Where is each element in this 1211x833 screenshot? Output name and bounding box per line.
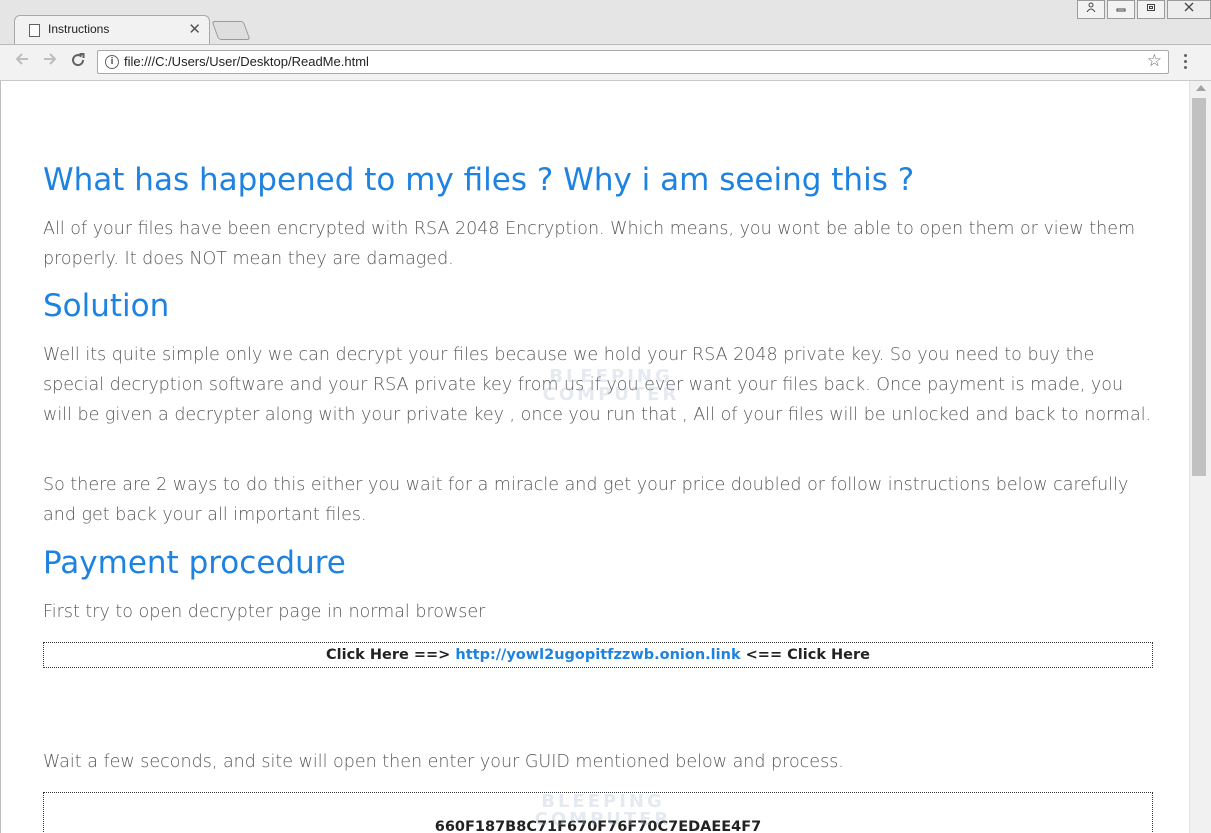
browser-titlebar: Instructions ✕ (0, 0, 1211, 45)
address-bar[interactable]: i file:///C:/Users/User/Desktop/ReadMe.h… (97, 50, 1169, 74)
minimize-icon[interactable] (1107, 0, 1135, 19)
url-text[interactable]: file:///C:/Users/User/Desktop/ReadMe.htm… (124, 54, 369, 69)
bookmark-star-icon[interactable]: ☆ (1147, 51, 1162, 71)
back-button[interactable] (14, 51, 30, 73)
reload-button[interactable] (70, 51, 86, 73)
user-icon[interactable] (1077, 0, 1105, 19)
tab-instructions[interactable]: Instructions ✕ (14, 15, 210, 44)
decrypter-link-box: Click Here ==> http://yowl2ugopitfzzwb.o… (43, 642, 1153, 668)
arrow-left-icon (15, 53, 28, 65)
browser-toolbar: i file:///C:/Users/User/Desktop/ReadMe.h… (0, 45, 1211, 81)
scrollbar-thumb[interactable] (1192, 98, 1206, 476)
paragraph-wait: Wait a few seconds, and site will open t… (43, 752, 844, 772)
scroll-up-arrow-icon[interactable] (1196, 85, 1206, 91)
kebab-menu-icon[interactable] (1184, 54, 1188, 72)
forward-button[interactable] (42, 51, 58, 73)
page-viewport: What has happened to my files ? Why i am… (0, 81, 1190, 833)
tab-close-icon[interactable]: ✕ (188, 20, 201, 38)
vertical-scrollbar[interactable] (1189, 81, 1211, 833)
restore-icon[interactable] (1137, 0, 1165, 19)
guid-value[interactable]: 660F187B8C71F670F76F70C7EDAEE4F7 (44, 819, 1152, 833)
info-icon[interactable]: i (105, 55, 119, 69)
paragraph-first-try: First try to open decrypter page in norm… (43, 602, 486, 622)
window-controls (1075, 0, 1211, 19)
arrow-right-icon (44, 53, 57, 65)
paragraph-two-ways: So there are 2 ways to do this either yo… (43, 475, 1129, 525)
paragraph-solution: Well its quite simple only we can decryp… (43, 345, 1152, 425)
heading-solution: Solution (43, 288, 170, 324)
tab-title: Instructions (48, 22, 110, 36)
onion-link[interactable]: http://yowl2ugopitfzzwb.onion.link (455, 647, 740, 663)
link-prefix: Click Here ==> (326, 647, 451, 663)
close-icon[interactable] (1167, 0, 1211, 19)
guid-box: 660F187B8C71F670F76F70C7EDAEE4F7 (43, 792, 1153, 833)
document-icon (29, 24, 40, 37)
reload-icon (72, 53, 85, 67)
new-tab-button[interactable] (211, 21, 251, 40)
paragraph-encryption: All of your files have been encrypted wi… (43, 219, 1136, 269)
heading-what-happened: What has happened to my files ? Why i am… (43, 162, 915, 198)
link-suffix: <== Click Here (745, 647, 870, 663)
heading-payment-procedure: Payment procedure (43, 545, 346, 581)
